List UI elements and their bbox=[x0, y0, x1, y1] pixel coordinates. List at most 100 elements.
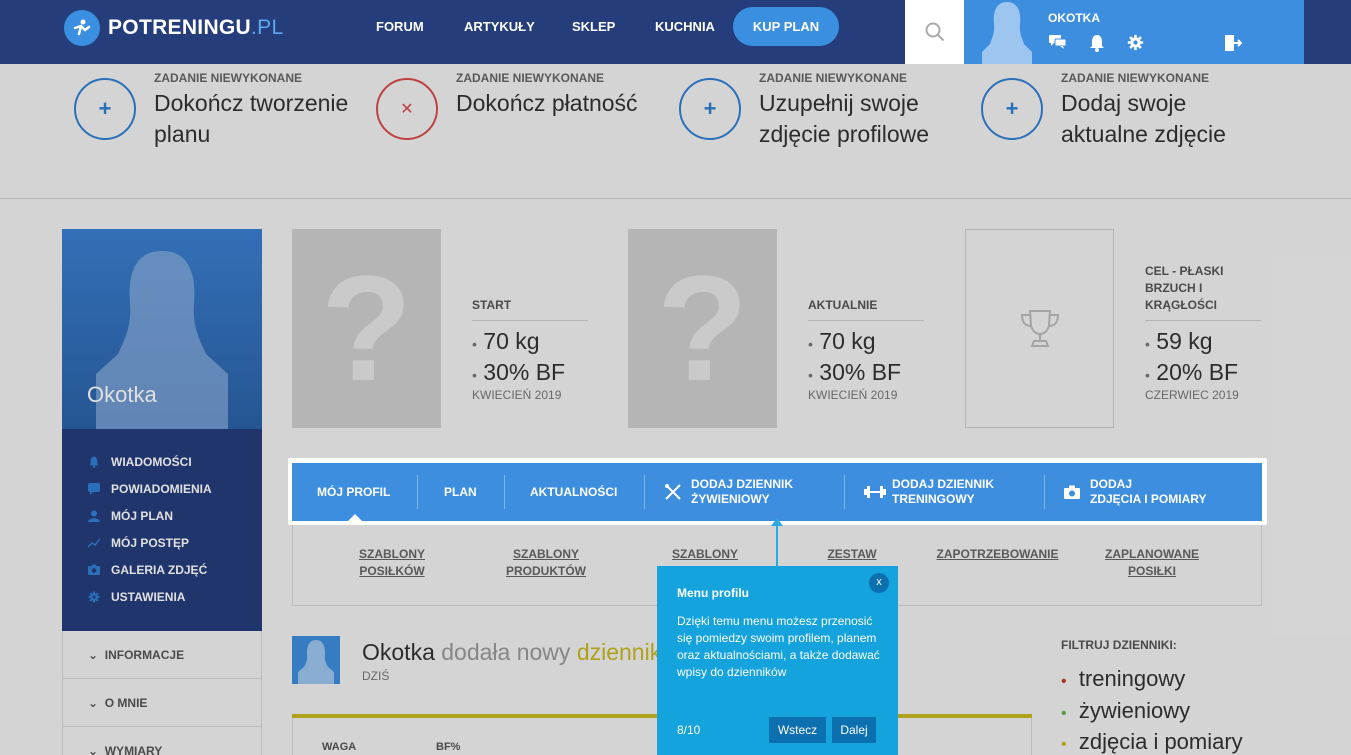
task-title: Uzupełnij swoje zdjęcie profilowe bbox=[759, 90, 930, 147]
sidebar-item-powiadomienia[interactable]: POWIADOMIENIA bbox=[87, 482, 212, 496]
username[interactable]: OKOTKA bbox=[1048, 11, 1100, 25]
filter-title: FILTRUJ DZIENNIKI: bbox=[1061, 638, 1177, 652]
task-title: Dokończ tworzenie planu bbox=[154, 90, 349, 147]
messages-icon[interactable] bbox=[1049, 34, 1067, 50]
gear-icon bbox=[87, 590, 101, 604]
stat-date: KWIECIEŃ 2019 bbox=[808, 388, 898, 402]
bullet-dot: • bbox=[1061, 705, 1067, 722]
sub-zestaw[interactable]: ZESTAW bbox=[816, 546, 888, 563]
divider bbox=[0, 198, 1351, 199]
stat-bf: • 30% BF bbox=[808, 359, 902, 385]
filter-zywieniowy[interactable]: • żywieniowy bbox=[1061, 698, 1190, 724]
profile-menu-tabs: MÓJ PROFIL PLAN AKTUALNOŚCI DODAJ DZIENN… bbox=[292, 463, 1262, 521]
user-panel: OKOTKA bbox=[964, 0, 1304, 64]
tooltip-connector bbox=[776, 522, 778, 566]
gear-icon[interactable] bbox=[1127, 34, 1144, 51]
tooltip-next-button[interactable]: Dalej bbox=[832, 717, 876, 743]
task-title: Dodaj swoje aktualne zdjęcie bbox=[1061, 90, 1226, 147]
filter-treningowy[interactable]: • treningowy bbox=[1061, 666, 1185, 692]
bell-icon bbox=[87, 455, 101, 469]
sub-zapotrzebowanie[interactable]: ZAPOTRZEBOWANIE bbox=[930, 546, 1065, 563]
nav-artykuly[interactable]: ARTYKUŁY bbox=[464, 19, 535, 34]
sub-szablony[interactable]: SZABLONY bbox=[665, 546, 745, 563]
sidebar-item-galeria[interactable]: GALERIA ZDJĘĆ bbox=[87, 563, 207, 577]
buy-plan-button[interactable]: KUP PLAN bbox=[733, 7, 839, 46]
goal-photo-placeholder[interactable] bbox=[965, 229, 1114, 428]
sidebar-item-ustawienia[interactable]: USTAWIENIA bbox=[87, 590, 185, 604]
filter-zdjecia[interactable]: • zdjęcia i pomiary bbox=[1061, 729, 1243, 755]
sidebar-item-moj-postep[interactable]: MÓJ POSTĘP bbox=[87, 536, 189, 550]
sub-szablony-produktow[interactable]: SZABLONY PRODUKTÓW bbox=[500, 546, 592, 580]
tab-moj-profil[interactable]: MÓJ PROFIL bbox=[317, 463, 390, 521]
nav-forum[interactable]: FORUM bbox=[376, 19, 424, 34]
plus-icon: + bbox=[74, 78, 136, 140]
tooltip-title: Menu profilu bbox=[677, 586, 749, 600]
tab-divider bbox=[417, 475, 418, 509]
feed-col-waga: WAGA bbox=[322, 741, 357, 753]
chevron-down-icon: ⌄ bbox=[88, 744, 99, 755]
stat-label: AKTUALNIE bbox=[808, 298, 878, 312]
tab-divider bbox=[1044, 475, 1045, 509]
tab-divider bbox=[644, 475, 645, 509]
sub-zaplanowane-posilki[interactable]: ZAPLANOWANE POSIŁKI bbox=[1100, 546, 1204, 580]
search-icon bbox=[925, 22, 944, 42]
tab-divider bbox=[504, 475, 505, 509]
stat-label: CEL - PŁASKI BRZUCH I KRĄGŁOŚCI bbox=[1145, 264, 1224, 312]
sidebar-item-moj-plan[interactable]: MÓJ PLAN bbox=[87, 509, 173, 523]
sub-szablony-posilkow[interactable]: SZABLONY POSIŁKÓW bbox=[352, 546, 432, 580]
chevron-down-icon: ⌄ bbox=[88, 648, 99, 662]
stat-bf: • 30% BF bbox=[472, 359, 566, 385]
current-photo-placeholder[interactable]: ? bbox=[628, 229, 777, 428]
search-button[interactable] bbox=[905, 0, 964, 64]
user-avatar[interactable] bbox=[978, 0, 1036, 64]
camera-icon bbox=[87, 563, 101, 577]
divider bbox=[808, 320, 924, 321]
accordion-wymiary[interactable]: ⌄ WYMIARY bbox=[62, 727, 262, 755]
tab-plan[interactable]: PLAN bbox=[444, 463, 477, 521]
bullet-dot: • bbox=[1061, 673, 1067, 690]
stat-label: START bbox=[472, 298, 512, 312]
feed-title: Okotka dodała nowy dziennik bbox=[362, 639, 662, 665]
question-icon: ? bbox=[656, 244, 749, 412]
bell-icon[interactable] bbox=[1088, 34, 1106, 52]
tooltip-close-button[interactable]: x bbox=[869, 573, 889, 593]
plus-icon: + bbox=[981, 78, 1043, 140]
bullet-dot: • bbox=[1061, 736, 1067, 753]
plus-icon: + bbox=[679, 78, 741, 140]
tab-dodaj-dziennik-zywieniowy[interactable]: DODAJ DZIENNIK ŻYWIENIOWY bbox=[664, 463, 793, 521]
divider bbox=[472, 320, 588, 321]
divider bbox=[1145, 320, 1261, 321]
site-logo[interactable]: POTRENINGU.PL bbox=[64, 10, 283, 46]
tooltip-back-button[interactable]: Wstecz bbox=[769, 717, 826, 743]
start-photo-placeholder[interactable]: ? bbox=[292, 229, 441, 428]
profile-photo: Okotka bbox=[62, 229, 262, 429]
task-status: ZADANIE NIEWYKONANE bbox=[456, 71, 605, 85]
feed-col-bf: BF% bbox=[436, 741, 461, 753]
tab-dodaj-zdjecia[interactable]: DODAJ ZDJĘCIA I POMIARY bbox=[1064, 463, 1206, 521]
logout-icon[interactable] bbox=[1224, 34, 1242, 52]
accordion-o-mnie[interactable]: ⌄ O MNIE bbox=[62, 679, 262, 727]
dumbbell-icon bbox=[864, 486, 886, 498]
task-status: ZADANIE NIEWYKONANE bbox=[1061, 71, 1210, 85]
logo-text: POTRENINGU.PL bbox=[108, 16, 284, 39]
tab-dodaj-dziennik-treningowy[interactable]: DODAJ DZIENNIK TRENINGOWY bbox=[864, 463, 994, 521]
camera-icon bbox=[1064, 485, 1080, 499]
nav-sklep[interactable]: SKLEP bbox=[572, 19, 615, 34]
tab-aktualnosci[interactable]: AKTUALNOŚCI bbox=[530, 463, 617, 521]
profile-sidebar: Okotka WIADOMOŚCI POWIADOMIENIA MÓJ PLAN… bbox=[62, 229, 262, 631]
task-status: ZADANIE NIEWYKONANE bbox=[154, 71, 303, 85]
x-icon: ✕ bbox=[376, 78, 438, 140]
stat-weight: • 59 kg bbox=[1145, 328, 1213, 354]
feed-avatar[interactable] bbox=[292, 636, 340, 684]
nav-kuchnia[interactable]: KUCHNIA bbox=[655, 19, 715, 34]
accordion-informacje[interactable]: ⌄ INFORMACJE bbox=[62, 631, 262, 679]
question-icon: ? bbox=[320, 244, 413, 412]
tooltip-text: Dzięki temu menu możesz przenosić się po… bbox=[677, 614, 880, 679]
stat-date: KWIECIEŃ 2019 bbox=[472, 388, 562, 402]
stat-bf: • 20% BF bbox=[1145, 359, 1239, 385]
stat-weight: • 70 kg bbox=[808, 328, 876, 354]
profile-name: Okotka bbox=[87, 382, 157, 407]
chart-icon bbox=[87, 536, 101, 550]
tooltip-step-counter: 8/10 bbox=[677, 723, 701, 737]
sidebar-item-wiadomosci[interactable]: WIADOMOŚCI bbox=[87, 455, 192, 469]
